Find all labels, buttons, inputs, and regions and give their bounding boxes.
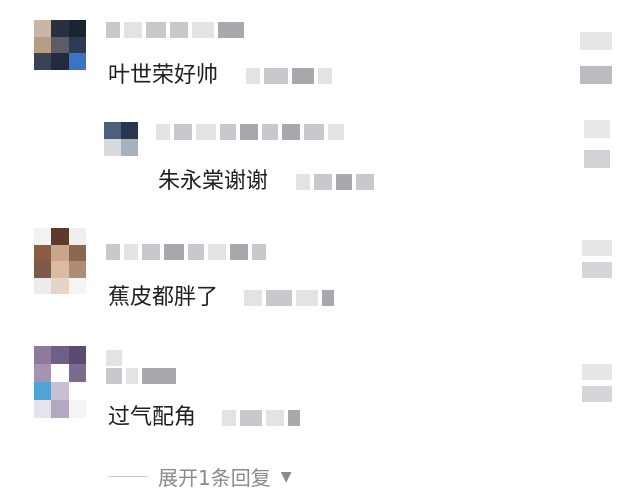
reply-text: 朱永棠谢谢 xyxy=(158,169,269,194)
expand-replies-button[interactable]: 展开1条回复 ▼ xyxy=(108,462,292,491)
like-icon[interactable] xyxy=(584,120,610,174)
meta-blurred xyxy=(244,290,334,306)
comment-text: 蕉皮都胖了 xyxy=(108,285,219,310)
like-icon[interactable] xyxy=(582,364,612,404)
avatar[interactable] xyxy=(34,346,86,418)
expand-replies-label: 展开1条回复 xyxy=(158,466,271,490)
meta-blurred xyxy=(246,68,332,84)
meta-blurred xyxy=(222,410,300,426)
reply-meta-blurred xyxy=(296,174,374,190)
like-icon[interactable] xyxy=(582,240,612,280)
reply-avatar[interactable] xyxy=(104,122,138,156)
username-blurred xyxy=(106,244,266,260)
comment-text: 叶世荣好帅 xyxy=(108,63,219,88)
comment-text: 过气配角 xyxy=(108,405,197,430)
avatar[interactable] xyxy=(34,20,86,70)
username-blurred xyxy=(106,350,122,366)
divider-line xyxy=(108,476,148,477)
username-blurred xyxy=(106,22,244,38)
reply-username-blurred xyxy=(156,124,344,140)
avatar[interactable] xyxy=(34,228,86,294)
username-blurred xyxy=(106,368,176,384)
caret-down-icon: ▼ xyxy=(280,468,292,485)
like-icon[interactable] xyxy=(580,32,612,88)
